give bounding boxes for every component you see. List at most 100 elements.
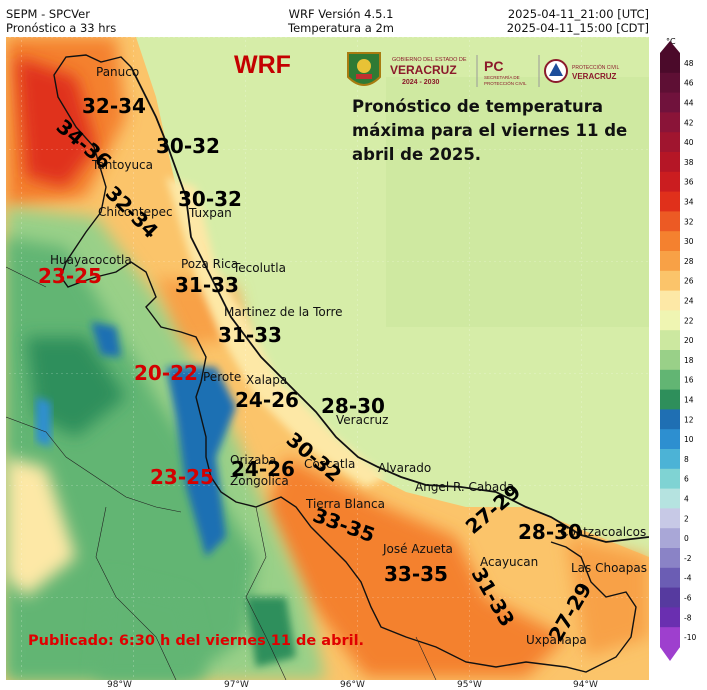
colorbar-segment: [660, 468, 680, 490]
header-center: WRF Versión 4.5.1 Temperatura a 2m: [246, 7, 436, 35]
colorbar-tick-label: 28: [684, 257, 694, 266]
header-right: 2025-04-11_21:00 [UTC] 2025-04-11_15:00 …: [507, 7, 649, 35]
colorbar-segment: [660, 191, 680, 212]
government-logos: GOBIERNO DEL ESTADO DE VERACRUZ 2024 - 2…: [344, 49, 644, 93]
colorbar-tick-label: -4: [684, 574, 692, 583]
colorbar-segment: [660, 251, 680, 272]
longitude-label: 98°W: [107, 680, 132, 690]
temp-range-label: 24-26: [235, 388, 299, 412]
colorbar-segment: [660, 53, 680, 74]
colorbar-segment: [660, 92, 680, 113]
colorbar-tick-label: 12: [684, 415, 694, 424]
temp-range-label: 20-22: [134, 361, 198, 385]
colorbar-segment: [660, 330, 680, 351]
longitude-label: 94°W: [573, 680, 598, 690]
colorbar-segment: [660, 389, 680, 410]
colorbar-tick-label: -6: [684, 594, 692, 603]
colorbar-tick-label: 44: [684, 99, 694, 108]
colorbar-segment: [660, 567, 680, 589]
town-label: Perote: [203, 370, 242, 384]
town-label: Panuco: [96, 65, 140, 79]
variable-label: Temperatura a 2m: [288, 21, 394, 35]
colorbar-tick-label: 18: [684, 356, 694, 365]
town-label: Martinez de la Torre: [224, 305, 343, 319]
town-label: Las Choapas: [571, 561, 648, 575]
colorbar-segment: [660, 132, 680, 153]
colorbar-min-arrow: [660, 647, 680, 661]
colorbar-segment: [660, 310, 680, 331]
longitude-label: 96°W: [340, 680, 365, 690]
colorbar-tick-label: 10: [684, 435, 694, 444]
model-version-label: WRF Versión 4.5.1: [288, 7, 394, 21]
town-label: José Azueta: [383, 542, 453, 556]
colorbar-segment: [660, 270, 680, 292]
longitude-label: 97°W: [224, 680, 249, 690]
logo-strip: GOBIERNO DEL ESTADO DE VERACRUZ 2024 - 2…: [347, 52, 619, 87]
colorbar-tick-label: 38: [684, 158, 694, 167]
colorbar-tick-label: 24: [684, 297, 694, 306]
colorbar-max-arrow: [660, 41, 680, 53]
temp-range-label: 31-33: [175, 273, 239, 297]
town-label: Tecolutla: [233, 261, 286, 275]
colorbar-segment: [660, 607, 680, 628]
temp-range-label: 28-30: [518, 520, 582, 544]
longitude-label: 95°W: [457, 680, 482, 690]
pc-line1: SECRETARÍA DE: [484, 74, 520, 80]
pc-short: PC: [484, 58, 503, 74]
colorbar-tick-label: 0: [684, 534, 689, 543]
civil-protection-icon: [544, 59, 568, 83]
town-label: Xalapa: [246, 373, 288, 387]
colorbar-tick-label: 48: [684, 59, 694, 68]
colorbar-tick-label: 22: [684, 316, 694, 325]
colorbar-segment: [660, 290, 680, 311]
temp-range-label: 30-32: [156, 134, 220, 158]
colorbar-tick-label: 8: [684, 455, 689, 464]
colorbar-segment: [660, 72, 680, 94]
colorbar-segment: [660, 112, 680, 133]
pc-line2: PROTECCIÓN CIVIL: [484, 80, 527, 86]
colorbar-segment: [660, 350, 680, 371]
colorbar-segment: [660, 548, 680, 569]
utc-time-label: 2025-04-11_21:00 [UTC]: [507, 7, 649, 21]
agency-label: SEPM - SPCVer: [6, 7, 90, 21]
colorbar-tick-label: 32: [684, 217, 694, 226]
colorbar-segment: [660, 409, 680, 430]
colorbar-tick-label: 26: [684, 277, 694, 286]
gov-line3: 2024 - 2030: [402, 79, 439, 86]
colorbar-tick-label: 14: [684, 396, 694, 405]
colorbar-tick-label: 4: [684, 495, 689, 504]
cdt-time-label: 2025-04-11_15:00 [CDT]: [506, 21, 649, 35]
colorbar-segment: [660, 528, 680, 549]
colorbar-tick-label: -10: [684, 633, 696, 642]
colorbar-tick-label: 2: [684, 514, 689, 523]
colorbar-segment: [660, 369, 680, 391]
colorbar-segment: [660, 587, 680, 608]
temp-range-label: 31-33: [218, 323, 282, 347]
forecast-horizon-label: Pronóstico a 33 hrs: [6, 21, 117, 35]
pc2-line1: PROTECCIÓN CIVIL: [572, 64, 619, 71]
published-note: Publicado: 6:30 h del viernes 11 de abri…: [28, 633, 365, 649]
temp-range-label: 23-25: [150, 465, 214, 489]
town-label: Poza Rica: [181, 257, 239, 271]
colorbar-tick-label: 40: [684, 138, 694, 147]
colorbar-tick-label: -8: [684, 613, 692, 622]
colorbar-tick-label: 42: [684, 118, 694, 127]
colorbar-segment: [660, 152, 680, 173]
colorbar-tick-label: 46: [684, 79, 694, 88]
pc2-line2: VERACRUZ: [572, 72, 617, 81]
colorbar-tick-label: 34: [684, 198, 694, 207]
colorbar-segment: [660, 211, 680, 232]
header-left: SEPM - SPCVer Pronóstico a 33 hrs: [6, 7, 116, 35]
temp-range-label: 23-25: [38, 264, 102, 288]
temperature-colorbar: °C 48 46 44 42 40 38 36 34 32 30 28 26 24 22 20 18 16 14 12…: [658, 35, 707, 675]
temperature-map: WRF Pronóstico de temperatura máxima par…: [6, 37, 649, 680]
colorbar-tick-label: 16: [684, 376, 694, 385]
colorbar-segment: [660, 449, 680, 470]
town-label: Alvarado: [378, 461, 432, 475]
gov-line2: VERACRUZ: [390, 63, 457, 77]
colorbar-tick-label: 36: [684, 178, 694, 187]
temp-range-label: 30-32: [178, 187, 242, 211]
temp-range-label: 32-34: [82, 94, 146, 118]
colorbar-tick-label: 6: [684, 475, 689, 484]
model-label: WRF: [234, 51, 291, 79]
